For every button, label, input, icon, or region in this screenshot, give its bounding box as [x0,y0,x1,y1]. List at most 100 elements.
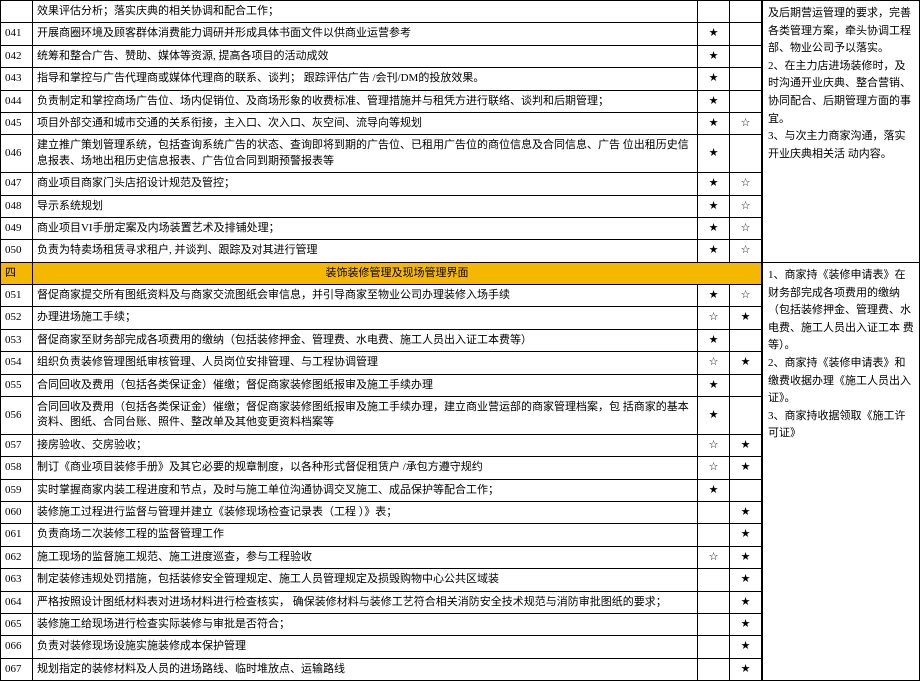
star-col-1: ☆ [698,307,730,329]
section-header-row: 四 装饰装修管理及现场管理界面 [1,262,762,284]
star-col-1: ☆ [698,457,730,479]
row-number [1,1,33,23]
star-col-2: ☆ [730,240,762,262]
row-number: 053 [1,329,33,351]
main-table: 效果评估分析；落实庆典的相关协调和配合工作；041开展商圈环境及顾客群体消费能力… [0,0,762,681]
star-col-2: ★ [730,457,762,479]
table-row: 041开展商圈环境及顾客群体消费能力调研并形成具体书面文件以供商业运营参考★ [1,23,762,45]
table-row: 061负责商场二次装修工程的监督管理工作★ [1,524,762,546]
row-number: 046 [1,135,33,173]
row-number: 064 [1,591,33,613]
star-col-2 [730,68,762,90]
table-row: 057接房验收、交房验收；☆★ [1,434,762,456]
row-description: 组织负责装修管理图纸审核管理、人员岗位安排管理、与工程协调管理 [32,352,697,374]
row-description: 导示系统规划 [32,195,697,217]
star-col-1 [698,658,730,680]
side-note-bottom: 1、商家持《装修申请表》在财务部完成各项费用的缴纳（包括装修押金、管理费、水电费… [763,263,920,681]
table-row: 062施工现场的监督施工规范、施工进度巡查，参与工程验收☆★ [1,546,762,568]
row-description: 督促商家至财务部完成各项费用的缴纳（包括装修押金、管理费、水电费、施工人员出入证… [32,329,697,351]
row-number: 045 [1,112,33,134]
row-description: 施工现场的监督施工规范、施工进度巡查，参与工程验收 [32,546,697,568]
table-row: 058制订《商业项目装修手册》及其它必要的规章制度，以各种形式督促租赁户 /承包… [1,457,762,479]
table-row: 效果评估分析；落实庆典的相关协调和配合工作； [1,1,762,23]
row-number: 042 [1,45,33,67]
row-number: 043 [1,68,33,90]
row-description: 指导和掌控与广告代理商或媒体代理商的联系、谈判； 跟踪评估广告 /会刊/DM的投… [32,68,697,90]
table-row: 042统筹和整合广告、赞助、媒体等资源, 提高各项目的活动成效★ [1,45,762,67]
row-number: 051 [1,285,33,307]
star-col-2: ★ [730,352,762,374]
star-col-1: ★ [698,112,730,134]
star-col-2 [730,135,762,173]
star-col-1: ★ [698,285,730,307]
star-col-2: ★ [730,546,762,568]
table-row: 047商业项目商家门头店招设计规范及管控；★☆ [1,173,762,195]
row-number: 065 [1,613,33,635]
section-number: 四 [1,262,33,284]
side-note-top: 及后期营运管理的要求，完善各类管理方案，牵头协调工程部、物业公司予以落实。2、在… [763,1,920,263]
star-col-1 [698,613,730,635]
row-description: 合同回收及费用（包括各类保证金）催缴；督促商家装修图纸报审及施工手续办理 [32,374,697,396]
row-description: 效果评估分析；落实庆典的相关协调和配合工作； [32,1,697,23]
table-row: 067规划指定的装修材料及人员的进场路线、临时堆放点、运输路线 ★ [1,658,762,680]
star-col-1: ★ [698,195,730,217]
star-col-1: ☆ [698,352,730,374]
row-description: 负责为特卖场租赁寻求租户, 并谈判、跟踪及对其进行管理 [32,240,697,262]
star-col-1: ★ [698,217,730,239]
row-number: 044 [1,90,33,112]
star-col-2: ★ [730,524,762,546]
star-col-2: ★ [730,307,762,329]
star-col-2: ☆ [730,112,762,134]
row-number: 054 [1,352,33,374]
star-col-1: ★ [698,329,730,351]
star-col-1: ☆ [698,546,730,568]
table-row: 056合同回收及费用（包括各类保证金）催缴；督促商家装修图纸报审及施工手续办理，… [1,397,762,435]
star-col-2 [730,90,762,112]
row-description: 严格按照设计图纸材料表对进场材料进行检查核实， 确保装修材料与装修工艺符合相关消… [32,591,697,613]
row-number: 056 [1,397,33,435]
table-row: 045项目外部交通和城市交通的关系衔接，主入口、次入口、灰空间、流导向等规划★☆ [1,112,762,134]
star-col-2 [730,397,762,435]
star-col-2 [730,23,762,45]
page-layout: 效果评估分析；落实庆典的相关协调和配合工作；041开展商圈环境及顾客群体消费能力… [0,0,920,681]
row-description: 规划指定的装修材料及人员的进场路线、临时堆放点、运输路线 [32,658,697,680]
star-col-1: ★ [698,374,730,396]
row-number: 041 [1,23,33,45]
star-col-1: ★ [698,135,730,173]
table-row: 053督促商家至财务部完成各项费用的缴纳（包括装修押金、管理费、水电费、施工人员… [1,329,762,351]
table-row: 060装修施工过程进行监督与管理并建立《装修现场检查记录表（工程 ）》表；★ [1,501,762,523]
row-number: 059 [1,479,33,501]
table-row: 044负责制定和掌控商场广告位、场内促销位、及商场形象的收费标准、管理措施并与租… [1,90,762,112]
star-col-1: ☆ [698,434,730,456]
row-number: 058 [1,457,33,479]
row-description: 实时掌握商家内装工程进度和节点，及时与施工单位沟通协调交叉施工、成品保护等配合工… [32,479,697,501]
row-description: 商业项目VI手册定案及内场装置艺术及排铺处理； [32,217,697,239]
table-row: 063制定装修违规处罚措施，包括装修安全管理规定、施工人员管理规定及损毁购物中心… [1,569,762,591]
row-number: 050 [1,240,33,262]
table-row: 054组织负责装修管理图纸审核管理、人员岗位安排管理、与工程协调管理☆★ [1,352,762,374]
star-col-2: ★ [730,613,762,635]
star-col-2: ★ [730,591,762,613]
star-col-2 [730,479,762,501]
star-col-1: ★ [698,240,730,262]
star-col-2: ☆ [730,173,762,195]
row-description: 装修施工过程进行监督与管理并建立《装修现场检查记录表（工程 ）》表； [32,501,697,523]
row-number: 049 [1,217,33,239]
row-number: 052 [1,307,33,329]
star-col-2: ★ [730,636,762,658]
row-number: 057 [1,434,33,456]
star-col-2: ☆ [730,285,762,307]
row-number: 062 [1,546,33,568]
star-col-2 [730,329,762,351]
table-row: 066负责对装修现场设施实施装修成本保护管理★ [1,636,762,658]
row-number: 061 [1,524,33,546]
star-col-1 [698,591,730,613]
table-row: 050负责为特卖场租赁寻求租户, 并谈判、跟踪及对其进行管理★☆ [1,240,762,262]
star-col-2: ☆ [730,217,762,239]
row-number: 063 [1,569,33,591]
row-number: 067 [1,658,33,680]
row-number: 047 [1,173,33,195]
star-col-1: ★ [698,23,730,45]
star-col-2: ★ [730,658,762,680]
table-row: 051督促商家提交所有图纸资料及与商家交流图纸会审信息，并引导商家至物业公司办理… [1,285,762,307]
